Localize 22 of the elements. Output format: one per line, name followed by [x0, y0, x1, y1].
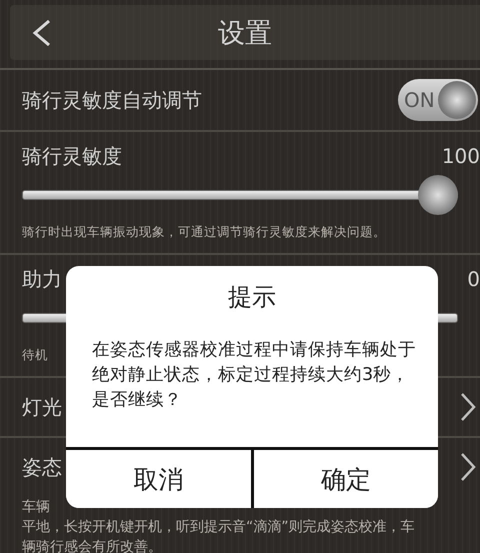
dialog-message: 在姿态传感器校准过程中请保持车辆处于绝对静止状态，标定过程持续大约3秒，是否继续？: [91, 339, 417, 412]
back-icon: [32, 20, 52, 46]
setting-label: 助力: [22, 266, 62, 292]
dialog-title: 提示: [228, 282, 276, 313]
chevron-right-icon[interactable]: [460, 392, 476, 422]
note-text: 车辆: [22, 499, 50, 515]
hint-text: 骑行时出现车辆振动现象，可通过调节骑行灵敏度来解决问题。: [22, 224, 386, 241]
note-text: 平地，长按开机键开机，听到提示音“滴滴”则完成姿态校准，车: [22, 519, 415, 535]
slider-thumb[interactable]: [418, 175, 458, 215]
toggle-switch[interactable]: ON: [398, 79, 478, 121]
value-label: 100: [442, 144, 480, 168]
setting-label: 姿态: [22, 454, 62, 480]
setting-label: 骑行灵敏度自动调节: [22, 86, 202, 114]
chevron-right-icon[interactable]: [460, 452, 476, 482]
hint-text: 待机: [22, 347, 48, 364]
setting-label: 灯光: [22, 394, 62, 420]
value-label: 0: [467, 267, 480, 291]
setting-label: 骑行灵敏度: [22, 142, 122, 170]
note-text: 辆骑行感会有所改善。: [22, 539, 162, 553]
back-button[interactable]: [32, 20, 52, 46]
screen-title: 设置: [218, 18, 272, 48]
slider[interactable]: [22, 175, 458, 215]
